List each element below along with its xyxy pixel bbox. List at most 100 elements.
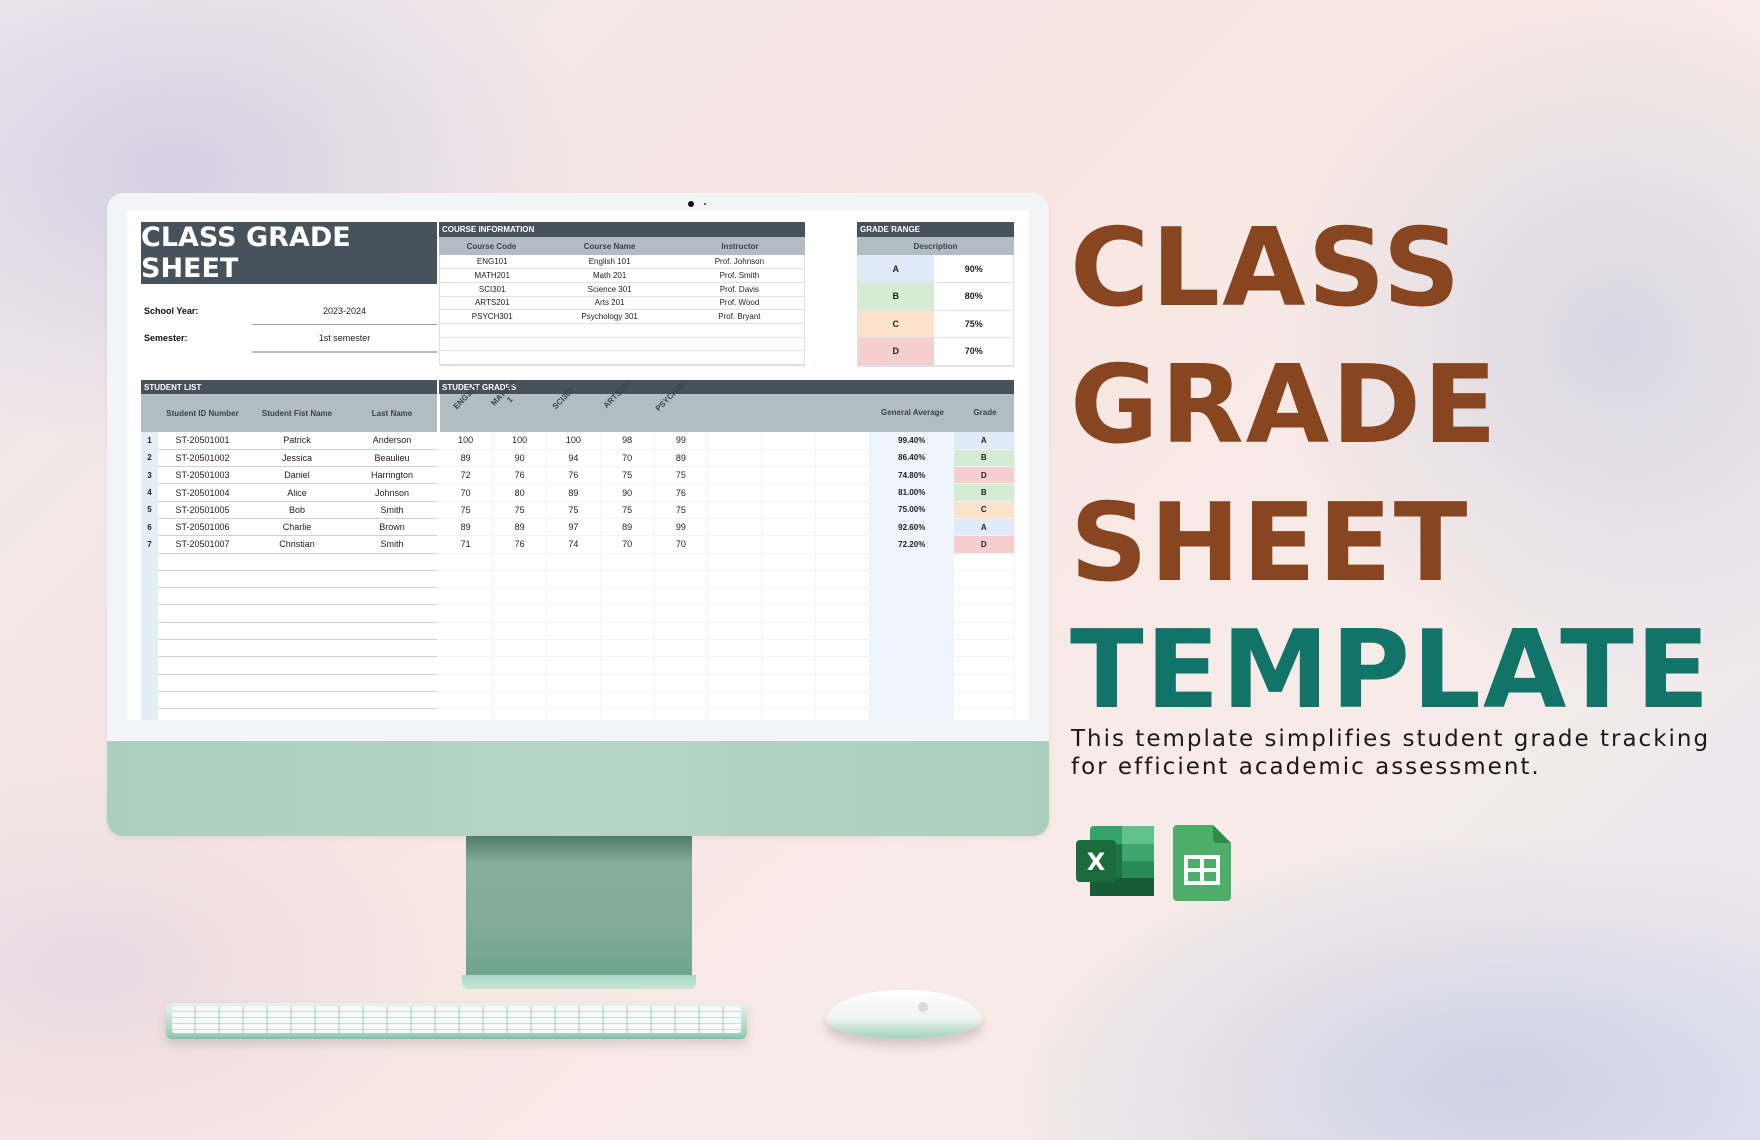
student-last-cell[interactable] <box>347 553 437 571</box>
grade-cell[interactable] <box>954 570 1015 589</box>
score-cell[interactable] <box>492 674 547 692</box>
score-cell[interactable] <box>492 622 547 641</box>
score-cell[interactable]: 89 <box>654 449 709 468</box>
score-cell[interactable] <box>815 483 870 502</box>
course-code-cell[interactable]: MATH201 <box>440 268 545 283</box>
score-cell[interactable] <box>546 604 601 623</box>
course-instructor-cell[interactable] <box>674 350 804 365</box>
student-last-cell[interactable] <box>347 622 437 641</box>
score-cell[interactable] <box>439 656 494 675</box>
score-cell[interactable] <box>815 518 870 537</box>
course-name-cell[interactable]: English 101 <box>544 255 675 270</box>
student-first-cell[interactable]: Christian <box>247 535 347 554</box>
score-cell[interactable] <box>815 449 870 468</box>
score-cell[interactable]: 76 <box>654 483 709 502</box>
score-cell[interactable] <box>761 483 816 502</box>
grade-cell[interactable] <box>954 708 1015 720</box>
score-cell[interactable]: 70 <box>654 535 709 554</box>
student-first-cell[interactable]: Daniel <box>247 466 347 485</box>
student-last-cell[interactable] <box>347 587 437 606</box>
grade-cell[interactable] <box>954 604 1015 623</box>
score-cell[interactable] <box>654 674 709 692</box>
score-cell[interactable] <box>654 604 709 623</box>
grade-cell[interactable]: A <box>954 432 1015 450</box>
student-last-cell[interactable] <box>347 691 437 710</box>
general-average-cell[interactable] <box>869 691 954 710</box>
score-cell[interactable] <box>439 587 494 606</box>
student-id-cell[interactable] <box>158 553 247 571</box>
student-first-cell[interactable] <box>247 622 347 641</box>
grade-letter-cell[interactable]: A <box>858 255 935 283</box>
student-id-cell[interactable]: ST-20501001 <box>158 432 247 450</box>
score-cell[interactable]: 72 <box>439 466 494 485</box>
general-average-cell[interactable] <box>869 553 954 571</box>
student-last-cell[interactable] <box>347 570 437 589</box>
score-cell[interactable]: 75 <box>546 501 601 519</box>
grade-cell[interactable] <box>954 622 1015 641</box>
score-cell[interactable] <box>761 449 816 468</box>
course-instructor-cell[interactable]: Prof. Smith <box>674 268 804 283</box>
general-average-cell[interactable]: 74.80% <box>869 466 954 485</box>
student-first-cell[interactable] <box>247 570 347 589</box>
student-last-cell[interactable] <box>347 604 437 623</box>
course-code-cell[interactable] <box>440 350 545 365</box>
score-cell[interactable] <box>707 466 762 485</box>
score-cell[interactable] <box>654 691 709 710</box>
student-last-cell[interactable] <box>347 708 437 720</box>
score-cell[interactable] <box>707 674 762 692</box>
score-cell[interactable] <box>707 570 762 589</box>
course-instructor-cell[interactable] <box>674 323 804 338</box>
score-cell[interactable] <box>761 708 816 720</box>
grade-letter-cell[interactable]: B <box>858 282 935 311</box>
score-cell[interactable] <box>707 691 762 710</box>
score-cell[interactable] <box>600 674 655 692</box>
score-cell[interactable] <box>439 691 494 710</box>
score-cell[interactable] <box>815 466 870 485</box>
student-last-cell[interactable] <box>347 639 437 658</box>
student-id-cell[interactable] <box>158 691 247 710</box>
score-cell[interactable]: 98 <box>600 432 655 450</box>
course-code-cell[interactable] <box>440 337 545 352</box>
score-cell[interactable]: 74 <box>546 535 601 554</box>
score-cell[interactable] <box>761 674 816 692</box>
course-instructor-cell[interactable]: Prof. Davis <box>674 282 804 297</box>
score-cell[interactable] <box>492 587 547 606</box>
student-last-cell[interactable] <box>347 674 437 692</box>
student-first-cell[interactable]: Patrick <box>247 432 347 450</box>
student-id-cell[interactable] <box>158 587 247 606</box>
score-cell[interactable]: 75 <box>492 501 547 519</box>
student-first-cell[interactable] <box>247 604 347 623</box>
student-id-cell[interactable]: ST-20501007 <box>158 535 247 554</box>
general-average-cell[interactable]: 92.60% <box>869 518 954 537</box>
score-cell[interactable] <box>707 432 762 450</box>
score-cell[interactable] <box>600 639 655 658</box>
score-cell[interactable] <box>815 656 870 675</box>
student-first-cell[interactable]: Jessica <box>247 449 347 468</box>
score-cell[interactable] <box>439 622 494 641</box>
student-last-cell[interactable]: Harrington <box>347 466 437 485</box>
score-cell[interactable] <box>654 570 709 589</box>
score-cell[interactable] <box>600 604 655 623</box>
score-cell[interactable]: 70 <box>600 449 655 468</box>
grade-threshold-cell[interactable]: 70% <box>934 337 1013 366</box>
student-id-cell[interactable] <box>158 622 247 641</box>
score-cell[interactable] <box>707 553 762 571</box>
score-cell[interactable]: 99 <box>654 518 709 537</box>
grade-threshold-cell[interactable]: 90% <box>934 255 1013 283</box>
score-cell[interactable]: 89 <box>546 483 601 502</box>
grade-cell[interactable] <box>954 674 1015 692</box>
grade-cell[interactable] <box>954 639 1015 658</box>
score-cell[interactable] <box>707 587 762 606</box>
course-code-cell[interactable]: ARTS201 <box>440 296 545 311</box>
score-cell[interactable] <box>815 432 870 450</box>
score-cell[interactable]: 89 <box>492 518 547 537</box>
course-instructor-cell[interactable]: Prof. Johnson <box>674 255 804 270</box>
score-cell[interactable] <box>815 604 870 623</box>
course-name-cell[interactable] <box>544 323 675 338</box>
general-average-cell[interactable] <box>869 639 954 658</box>
score-cell[interactable]: 94 <box>546 449 601 468</box>
score-cell[interactable] <box>761 639 816 658</box>
general-average-cell[interactable] <box>869 587 954 606</box>
score-cell[interactable]: 75 <box>439 501 494 519</box>
score-cell[interactable]: 89 <box>439 518 494 537</box>
